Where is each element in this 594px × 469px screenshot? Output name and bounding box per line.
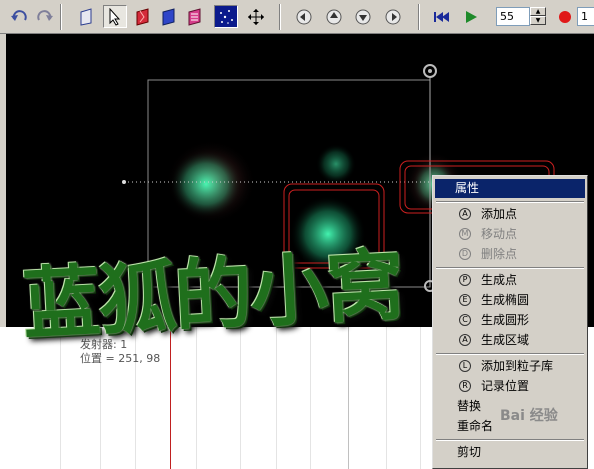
rewind-icon — [434, 11, 449, 22]
menu-item-label: 移动点 — [481, 227, 518, 241]
menu-separator — [436, 201, 584, 203]
particle-scatter-button[interactable] — [214, 5, 238, 28]
nav-up-icon — [326, 9, 342, 24]
menu-item[interactable]: 剪切 — [435, 443, 585, 462]
rewind-button[interactable] — [430, 5, 454, 28]
red-shape-button[interactable] — [131, 5, 155, 28]
menu-accelerator: E — [459, 294, 471, 306]
menu-separator — [436, 439, 584, 441]
menu-item-label: 添加点 — [481, 207, 518, 221]
position-readout: 位置 = 251, 98 — [80, 352, 161, 365]
undo-icon — [11, 9, 27, 21]
timeline-line — [420, 327, 421, 469]
move-cross-icon — [248, 8, 264, 25]
menu-item-label: 生成区域 — [481, 333, 530, 347]
play-icon — [466, 10, 477, 23]
timeline-line — [310, 327, 311, 469]
timeline-line — [276, 327, 277, 469]
menu-item[interactable]: C 生成圆形 — [435, 311, 585, 330]
timeline-line — [348, 327, 349, 469]
particle-glyph-2 — [316, 144, 356, 184]
pink-shape-icon — [188, 7, 201, 26]
menu-separator — [436, 353, 584, 355]
play-button[interactable] — [459, 5, 483, 28]
particle-scatter-icon — [220, 9, 233, 24]
redo-button[interactable] — [32, 5, 56, 28]
menu-accelerator: D — [459, 248, 471, 260]
path-point — [122, 180, 126, 184]
frame-input[interactable]: 55 — [496, 7, 530, 26]
record-icon — [559, 10, 571, 23]
undo-button[interactable] — [8, 5, 32, 28]
menu-item[interactable]: P 生成点 — [435, 271, 585, 290]
menu-accelerator: A — [459, 208, 471, 220]
menu-accelerator: L — [459, 360, 471, 372]
menu-accelerator: A — [459, 334, 471, 346]
record-button[interactable] — [553, 5, 577, 28]
menu-item[interactable]: E 生成椭圆 — [435, 291, 585, 310]
menu-item-label: 生成点 — [481, 273, 518, 287]
menu-accelerator: C — [459, 314, 471, 326]
menu-accelerator: R — [459, 380, 471, 392]
menu-item-label: 剪切 — [457, 445, 482, 459]
extra-input[interactable]: 1 — [577, 7, 594, 26]
blue-shape-icon — [162, 7, 175, 26]
pink-shape-button[interactable] — [183, 5, 207, 28]
select-arrow-icon — [109, 7, 121, 26]
menu-item[interactable]: D 删除点 — [435, 245, 585, 264]
timeline-line — [240, 327, 241, 469]
nav-left-button[interactable] — [292, 5, 316, 28]
menu-item-label: 替换 — [457, 399, 482, 413]
toolbar: 55 ▲ ▼ 1 — [0, 0, 594, 34]
menu-accelerator: M — [459, 228, 471, 240]
frame-spinner[interactable]: ▲ ▼ — [530, 7, 546, 26]
nav-up-button[interactable] — [322, 5, 346, 28]
menu-accelerator: P — [459, 274, 471, 286]
menu-item[interactable]: M 移动点 — [435, 225, 585, 244]
red-shape-icon — [136, 7, 149, 26]
nav-down-icon — [355, 9, 371, 24]
menu-item[interactable]: A 添加点 — [435, 205, 585, 224]
timeline-line — [386, 327, 387, 469]
menu-item[interactable]: R 记录位置 — [435, 377, 585, 396]
page-button[interactable] — [74, 5, 98, 28]
blue-shape-button[interactable] — [157, 5, 181, 28]
particle-glyph-1 — [170, 150, 242, 218]
menu-item-label: 生成椭圆 — [481, 293, 530, 307]
menu-item-label: 生成圆形 — [481, 313, 530, 327]
page-icon — [80, 7, 92, 26]
toolbar-separator — [418, 4, 420, 30]
toolbar-separator — [279, 4, 281, 30]
nav-left-icon — [296, 9, 312, 24]
menu-item-label: 添加到粒子库 — [481, 359, 554, 373]
nav-right-icon — [385, 9, 401, 24]
menu-item-label: 记录位置 — [481, 379, 530, 393]
nav-right-button[interactable] — [381, 5, 405, 28]
watermark-text: 蓝狐的小窝 — [20, 240, 405, 351]
redo-icon — [37, 9, 53, 21]
toolbar-separator — [60, 4, 62, 30]
menu-separator — [436, 267, 584, 269]
spin-down-icon[interactable]: ▼ — [530, 16, 546, 25]
select-tool-button[interactable] — [103, 5, 127, 28]
menu-item-label: 重命名 — [457, 419, 494, 433]
site-watermark: Bai 经验 — [500, 408, 558, 424]
menu-item[interactable]: L 添加到粒子库 — [435, 357, 585, 376]
menu-item[interactable]: 属性 — [435, 179, 585, 198]
spin-up-icon[interactable]: ▲ — [530, 7, 546, 16]
menu-item-label: 属性 — [455, 181, 480, 195]
menu-item-label: 删除点 — [481, 247, 518, 261]
move-button[interactable] — [244, 5, 268, 28]
menu-item[interactable]: A 生成区域 — [435, 331, 585, 350]
nav-down-button[interactable] — [351, 5, 375, 28]
